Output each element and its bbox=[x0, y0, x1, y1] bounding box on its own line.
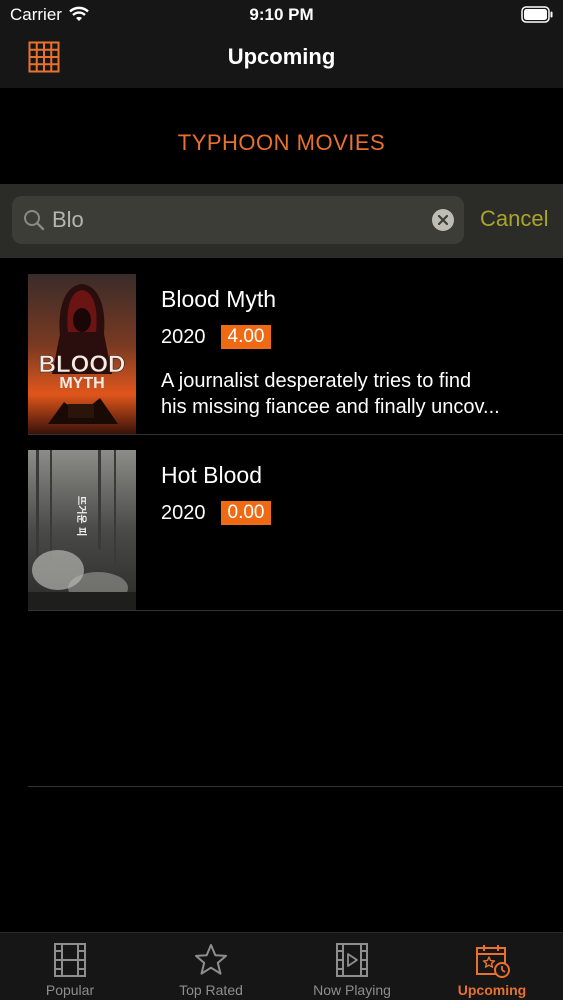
battery-icon bbox=[521, 6, 553, 23]
tab-bar: Popular Top Rated Now Playing Upcoming bbox=[0, 932, 563, 1000]
poster-title-text: 뜨거운 피 bbox=[75, 496, 88, 536]
search-bar: Cancel bbox=[0, 184, 563, 258]
movie-poster: BLOOD MYTH bbox=[28, 274, 136, 434]
divider bbox=[28, 786, 563, 787]
list-item[interactable]: BLOOD MYTH Blood Myth 2020 4.00 A journa… bbox=[0, 258, 563, 434]
clear-search-icon[interactable] bbox=[432, 209, 454, 231]
rating-badge: 4.00 bbox=[221, 325, 271, 349]
list-item[interactable]: 뜨거운 피 Hot Blood 2020 0.00 bbox=[0, 434, 563, 610]
cancel-button[interactable]: Cancel bbox=[480, 206, 548, 232]
page-title: Upcoming bbox=[227, 44, 336, 69]
divider bbox=[28, 610, 563, 611]
search-icon bbox=[24, 210, 45, 231]
status-time: 9:10 PM bbox=[249, 5, 314, 24]
movie-title: Hot Blood bbox=[161, 462, 263, 488]
brand-title: TYPHOON MOVIES bbox=[177, 130, 386, 155]
tab-top-rated[interactable]: Top Rated bbox=[141, 933, 281, 1000]
search-input[interactable] bbox=[52, 202, 422, 238]
calendar-icon bbox=[476, 945, 510, 978]
status-bar: Carrier 9:10 PM bbox=[0, 0, 563, 30]
tab-label: Upcoming bbox=[457, 982, 527, 998]
star-icon bbox=[195, 944, 227, 975]
brand-header: TYPHOON MOVIES bbox=[0, 88, 563, 184]
tab-now-playing[interactable]: Now Playing bbox=[282, 933, 422, 1000]
play-film-icon bbox=[336, 943, 368, 977]
overview-line: A journalist desperately tries to find bbox=[161, 370, 472, 392]
tab-label: Now Playing bbox=[313, 982, 391, 998]
movie-overview: A journalist desperately tries to find h… bbox=[161, 368, 546, 420]
tab-upcoming[interactable]: Upcoming bbox=[422, 933, 562, 1000]
movie-year: 2020 bbox=[161, 326, 206, 348]
movie-poster: 뜨거운 피 bbox=[28, 450, 136, 610]
search-box[interactable] bbox=[12, 196, 464, 244]
movie-year: 2020 bbox=[161, 502, 206, 524]
navigation-bar: Upcoming bbox=[0, 30, 563, 88]
rating-badge: 0.00 bbox=[221, 501, 271, 525]
poster-subtitle-text: MYTH bbox=[59, 375, 104, 392]
film-icon bbox=[54, 943, 86, 977]
tab-popular[interactable]: Popular bbox=[0, 933, 140, 1000]
tab-label: Top Rated bbox=[179, 982, 243, 998]
movie-title: Blood Myth bbox=[161, 286, 277, 312]
poster-title-text: BLOOD bbox=[39, 351, 126, 378]
tab-label: Popular bbox=[45, 982, 95, 998]
overview-line: his missing fiancee and finally uncov... bbox=[161, 396, 500, 418]
